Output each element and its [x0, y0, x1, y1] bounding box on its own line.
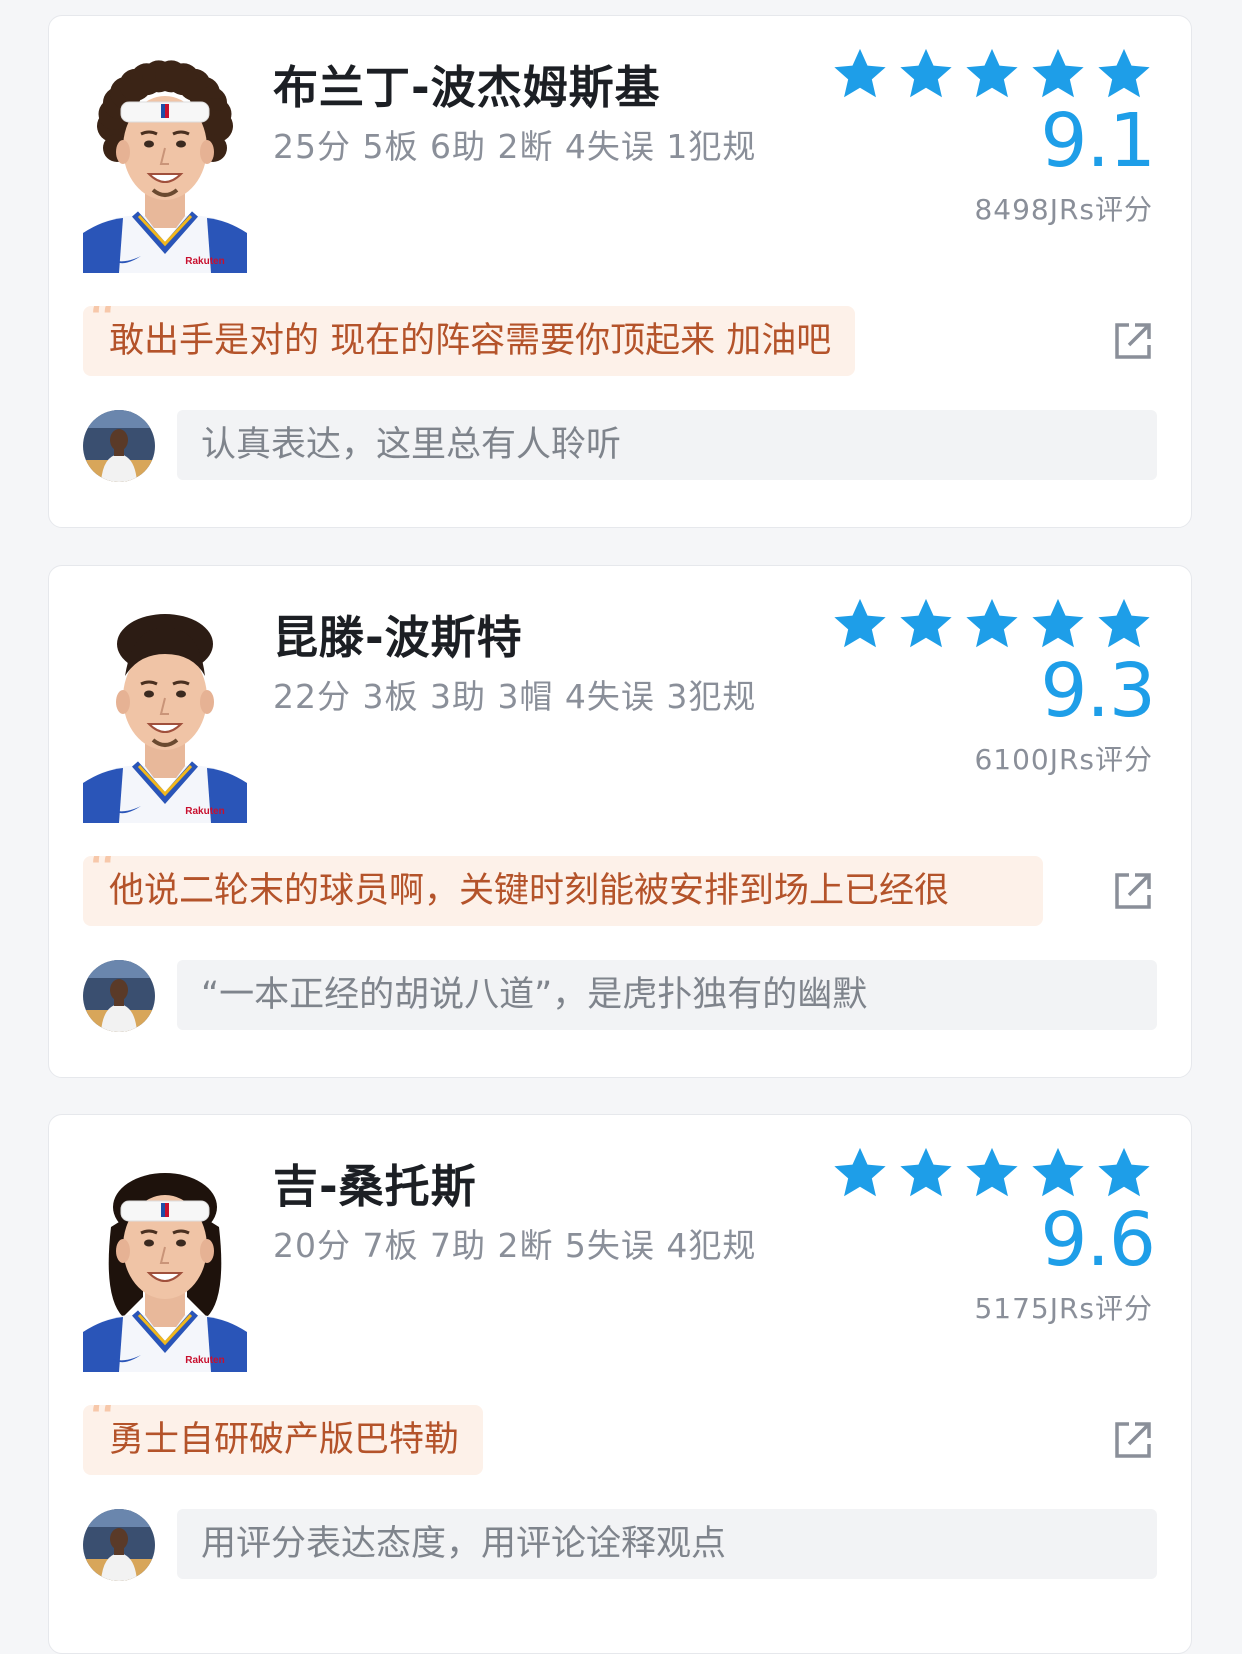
user-avatar[interactable]: [83, 960, 155, 1032]
rating-stars[interactable]: [831, 596, 1153, 654]
sponsor-logo: Rakuten: [185, 806, 224, 817]
player-score: 9.1: [1040, 98, 1156, 184]
hot-comment-text: 勇士自研破产版巴特勒: [109, 1420, 460, 1460]
star-icon[interactable]: [1029, 596, 1087, 654]
hot-comment[interactable]: “ 勇士自研破产版巴特勒: [83, 1405, 484, 1475]
rater-count: 5175JRs评分: [974, 1292, 1153, 1325]
star-icon[interactable]: [897, 1145, 955, 1203]
player-card[interactable]: Rakuten 昆滕-波斯特 22分 3板 3助 3帽 4失误 3犯规 9.3 …: [48, 565, 1192, 1078]
star-icon[interactable]: [1095, 1145, 1153, 1203]
share-icon[interactable]: [1113, 871, 1153, 911]
star-icon[interactable]: [831, 46, 889, 104]
comment-input[interactable]: 用评分表达态度，用评论诠释观点: [177, 1509, 1157, 1579]
star-icon[interactable]: [963, 1145, 1021, 1203]
hot-comment[interactable]: “ 他说二轮末的球员啊，关键时刻能被安排到场上已经很: [83, 856, 1043, 926]
quote-icon: “: [87, 306, 118, 357]
hot-comment[interactable]: “ 敢出手是对的 现在的阵容需要你顶起来 加油吧: [83, 306, 856, 376]
quote-icon: “: [87, 1405, 118, 1456]
star-icon[interactable]: [963, 596, 1021, 654]
rating-stars[interactable]: [831, 46, 1153, 104]
player-photo[interactable]: Rakuten: [83, 1147, 247, 1372]
player-card[interactable]: Rakuten 吉-桑托斯 20分 7板 7助 2断 5失误 4犯规 9.6 5…: [48, 1114, 1192, 1654]
player-stats: 25分 5板 6助 2断 4失误 1犯规: [273, 127, 757, 166]
user-avatar[interactable]: [83, 1509, 155, 1581]
star-icon[interactable]: [963, 46, 1021, 104]
star-icon[interactable]: [1029, 46, 1087, 104]
player-score: 9.6: [1040, 1197, 1156, 1283]
share-icon[interactable]: [1113, 321, 1153, 361]
rater-count: 6100JRs评分: [974, 743, 1153, 776]
user-avatar[interactable]: [83, 410, 155, 482]
star-icon[interactable]: [1095, 46, 1153, 104]
quote-icon: “: [87, 856, 118, 907]
hot-comment-text: 他说二轮末的球员啊，关键时刻能被安排到场上已经很: [109, 871, 950, 911]
comment-input[interactable]: 认真表达，这里总有人聆听: [177, 410, 1157, 480]
star-icon[interactable]: [1029, 1145, 1087, 1203]
comment-input[interactable]: “一本正经的胡说八道”，是虎扑独有的幽默: [177, 960, 1157, 1030]
star-icon[interactable]: [831, 1145, 889, 1203]
share-icon[interactable]: [1113, 1420, 1153, 1460]
rating-stars[interactable]: [831, 1145, 1153, 1203]
player-stats: 22分 3板 3助 3帽 4失误 3犯规: [273, 677, 757, 716]
rater-count: 8498JRs评分: [974, 193, 1153, 226]
star-icon[interactable]: [897, 596, 955, 654]
star-icon[interactable]: [897, 46, 955, 104]
hot-comment-text: 敢出手是对的 现在的阵容需要你顶起来 加油吧: [109, 321, 832, 361]
star-icon[interactable]: [831, 596, 889, 654]
player-card[interactable]: Rakuten 布兰丁-波杰姆斯基 25分 5板 6助 2断 4失误 1犯规 9…: [48, 15, 1192, 528]
player-photo[interactable]: Rakuten: [83, 598, 247, 823]
player-stats: 20分 7板 7助 2断 5失误 4犯规: [273, 1226, 757, 1265]
player-name: 吉-桑托斯: [273, 1160, 477, 1213]
player-name: 昆滕-波斯特: [273, 611, 523, 664]
player-score: 9.3: [1040, 648, 1156, 734]
sponsor-logo: Rakuten: [185, 1355, 224, 1366]
sponsor-logo: Rakuten: [185, 256, 224, 267]
player-name: 布兰丁-波杰姆斯基: [273, 61, 661, 114]
player-photo[interactable]: Rakuten: [83, 48, 247, 273]
star-icon[interactable]: [1095, 596, 1153, 654]
